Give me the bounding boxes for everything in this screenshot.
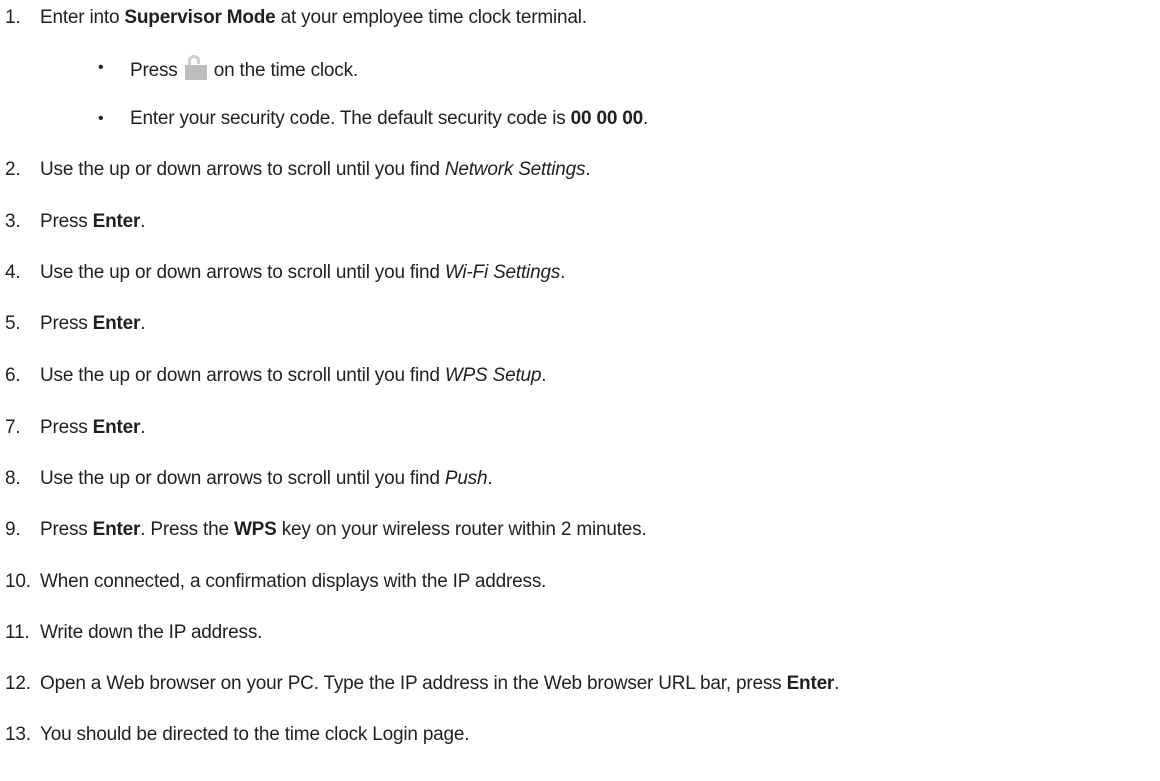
step-text: Press Enter. Press the WPS key on your w… bbox=[40, 517, 647, 543]
text-run: Use the up or down arrows to scroll unti… bbox=[40, 365, 445, 386]
text-run: Open a Web browser on your PC. Type the … bbox=[40, 673, 787, 694]
menu-item-name: Push bbox=[444, 468, 488, 489]
step-12: 12. Open a Web browser on your PC. Type … bbox=[0, 671, 1160, 697]
step-2: 2. Use the up or down arrows to scroll u… bbox=[0, 157, 1160, 183]
menu-item-name: Network Settings bbox=[444, 159, 586, 180]
step-text: Press Enter. bbox=[40, 209, 146, 235]
text-run: . bbox=[541, 365, 547, 386]
text-run: Use the up or down arrows to scroll unti… bbox=[40, 262, 445, 283]
text-run: Press bbox=[40, 519, 93, 540]
step-number: 7. bbox=[5, 417, 21, 438]
step-number: 13. bbox=[5, 724, 31, 745]
step-1: 1. Enter into Supervisor Mode at your em… bbox=[0, 5, 1160, 31]
step-number: 1. bbox=[5, 7, 21, 28]
step-text: Use the up or down arrows to scroll unti… bbox=[40, 260, 565, 286]
wps-key-name: WPS bbox=[233, 519, 277, 540]
step-number: 11. bbox=[5, 622, 30, 643]
text-run: . bbox=[140, 313, 146, 334]
text-run: Press bbox=[130, 60, 183, 81]
step-text: Write down the IP address. bbox=[40, 620, 262, 646]
text-run: on the time clock. bbox=[208, 60, 358, 81]
step-11: 11. Write down the IP address. bbox=[0, 620, 1160, 646]
step-text: Use the up or down arrows to scroll unti… bbox=[40, 466, 493, 492]
step-number: 6. bbox=[5, 365, 21, 386]
text-run: Enter into bbox=[40, 7, 125, 28]
key-name: Enter bbox=[92, 417, 141, 438]
text-run: Press bbox=[40, 211, 93, 232]
text-run: Write down the IP address. bbox=[40, 622, 263, 643]
text-run: at your employee time clock terminal. bbox=[275, 7, 587, 28]
text-run: You should be directed to the time clock… bbox=[40, 724, 470, 745]
step-7: 7. Press Enter. bbox=[0, 415, 1160, 441]
step-text: Press Enter. bbox=[40, 311, 146, 337]
step-4: 4. Use the up or down arrows to scroll u… bbox=[0, 260, 1160, 286]
key-name: Enter bbox=[92, 519, 141, 540]
step-text: Use the up or down arrows to scroll unti… bbox=[40, 157, 591, 183]
text-run: . bbox=[643, 108, 649, 129]
text-run: Use the up or down arrows to scroll unti… bbox=[40, 159, 445, 180]
step-text: Press Enter. bbox=[40, 415, 146, 441]
supervisor-mode-term: Supervisor Mode bbox=[124, 7, 276, 28]
text-run: When connected, a confirmation displays … bbox=[40, 571, 547, 592]
text-run: key on your wireless router within 2 min… bbox=[276, 519, 647, 540]
step-number: 4. bbox=[5, 262, 21, 283]
step-number: 8. bbox=[5, 468, 21, 489]
substep-1: • Press on the time clock. bbox=[0, 55, 1160, 81]
step-number: 12. bbox=[5, 673, 31, 694]
text-run: Enter your security code. The default se… bbox=[130, 108, 571, 129]
text-run: . bbox=[487, 468, 493, 489]
text-run: . bbox=[140, 417, 146, 438]
substep-2: • Enter your security code. The default … bbox=[0, 106, 1160, 132]
step-text: When connected, a confirmation displays … bbox=[40, 569, 546, 595]
step-9: 9. Press Enter. Press the WPS key on you… bbox=[0, 517, 1160, 543]
step-number: 5. bbox=[5, 313, 21, 334]
step-6: 6. Use the up or down arrows to scroll u… bbox=[0, 363, 1160, 389]
lock-icon bbox=[184, 55, 208, 81]
text-run: Press bbox=[40, 313, 93, 334]
substep-text: Press on the time clock. bbox=[130, 55, 358, 84]
key-name: Enter bbox=[92, 313, 141, 334]
step-text: Use the up or down arrows to scroll unti… bbox=[40, 363, 547, 389]
text-run: . bbox=[560, 262, 566, 283]
text-run: . bbox=[585, 159, 591, 180]
step-13: 13. You should be directed to the time c… bbox=[0, 722, 1160, 748]
step-number: 9. bbox=[5, 519, 21, 540]
text-run: . Press the bbox=[140, 519, 234, 540]
default-security-code: 00 00 00 bbox=[570, 108, 644, 129]
text-run: Use the up or down arrows to scroll unti… bbox=[40, 468, 445, 489]
step-number: 2. bbox=[5, 159, 21, 180]
step-text: You should be directed to the time clock… bbox=[40, 722, 470, 748]
key-name: Enter bbox=[92, 211, 141, 232]
menu-item-name: WPS Setup bbox=[444, 365, 542, 386]
text-run: Press bbox=[40, 417, 93, 438]
step-3: 3. Press Enter. bbox=[0, 209, 1160, 235]
bullet: • bbox=[98, 59, 104, 76]
text-run: . bbox=[140, 211, 146, 232]
step-number: 10. bbox=[5, 571, 31, 592]
menu-item-name: Wi-Fi Settings bbox=[444, 262, 561, 283]
bullet: • bbox=[98, 110, 104, 127]
substep-text: Enter your security code. The default se… bbox=[130, 106, 648, 132]
step-8: 8. Use the up or down arrows to scroll u… bbox=[0, 466, 1160, 492]
instructions-document: 1. Enter into Supervisor Mode at your em… bbox=[0, 0, 1160, 781]
step-number: 3. bbox=[5, 211, 21, 232]
key-name: Enter bbox=[786, 673, 835, 694]
step-5: 5. Press Enter. bbox=[0, 311, 1160, 337]
step-10: 10. When connected, a confirmation displ… bbox=[0, 569, 1160, 595]
step-text: Enter into Supervisor Mode at your emplo… bbox=[40, 5, 587, 31]
text-run: . bbox=[834, 673, 840, 694]
step-text: Open a Web browser on your PC. Type the … bbox=[40, 671, 839, 697]
